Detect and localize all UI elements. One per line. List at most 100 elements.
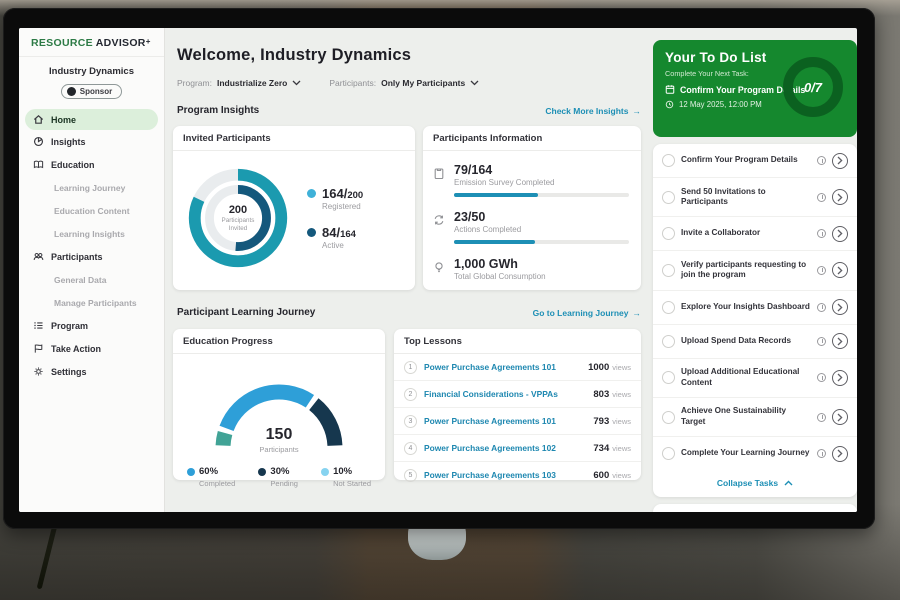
education-icon [33,159,44,170]
sidebar-item-insights[interactable]: Insights [19,130,164,153]
info-icon[interactable] [817,413,826,422]
task-open-button[interactable] [832,370,848,386]
task-checkbox[interactable] [662,264,675,277]
lesson-row: 3 Power Purchase Agreements 101 793views [394,407,641,434]
chevron-right-icon [837,413,843,422]
registered-total: 200 [347,190,363,201]
info-icon[interactable] [817,266,826,275]
progress-track [454,193,629,197]
sidebar-item-education[interactable]: Education [19,153,164,176]
info-icon[interactable] [817,193,826,202]
sidebar-item-label: Education Content [54,206,130,216]
recent-news-card: Recent News [653,504,857,512]
views-suffix: views [612,417,631,426]
info-icon[interactable] [817,229,826,238]
sidebar-item-general-data[interactable]: General Data [19,268,164,291]
lesson-link[interactable]: Power Purchase Agreements 103 [424,470,586,480]
completed-label: Completed [199,479,235,488]
task-row: Invite a Collaborator [653,216,857,250]
chevron-right-icon [837,373,843,382]
task-checkbox[interactable] [662,154,675,167]
sidebar-item-label: Home [51,115,76,125]
program-icon [33,320,44,331]
task-open-button[interactable] [832,189,848,205]
gauge-center-label: 150 Participants [199,426,359,454]
todo-progress-ring: 0/7 [779,53,847,121]
task-open-button[interactable] [832,226,848,242]
donut-center-value: 200 [229,204,247,216]
task-checkbox[interactable] [662,335,675,348]
sidebar-item-manage-participants[interactable]: Manage Participants [19,291,164,314]
card-title: Participants Information [423,126,641,151]
chevron-right-icon [837,229,843,238]
lesson-row: 4 Power Purchase Agreements 102 734views [394,434,641,461]
donut-center-label: 200 Participants Invited [179,159,297,277]
completed-dot [187,468,195,476]
lesson-link[interactable]: Power Purchase Agreements 101 [424,362,581,372]
views-count: 803 [593,389,609,400]
task-row: Send 50 Invitations to Participants [653,177,857,216]
task-checkbox[interactable] [662,191,675,204]
task-row: Upload Spend Data Records [653,324,857,358]
sidebar-item-participants[interactable]: Participants [19,245,164,268]
lesson-link[interactable]: Power Purchase Agreements 102 [424,443,586,453]
check-more-insights-link[interactable]: Check More Insights → [545,106,641,116]
collapse-label: Collapse Tasks [717,478,778,488]
lesson-row: 5 Power Purchase Agreements 103 600views [394,461,641,488]
info-icon[interactable] [817,373,826,382]
participants-filter[interactable]: Participants: Only My Participants [329,78,479,88]
task-open-button[interactable] [832,299,848,315]
program-insights-header: Program Insights Check More Insights → [177,105,641,116]
go-to-learning-journey-link[interactable]: Go to Learning Journey → [533,308,641,318]
info-icon[interactable] [817,337,826,346]
lesson-rank: 3 [404,415,417,428]
progress-fill [454,240,535,244]
task-open-button[interactable] [832,333,848,349]
task-checkbox[interactable] [662,371,675,384]
survey-icon [433,167,445,180]
sidebar-item-take-action[interactable]: Take Action [19,337,164,360]
chevron-right-icon [837,156,843,165]
link-label: Check More Insights [545,106,628,116]
invited-participants-card: Invited Participants 200 [173,126,415,290]
info-icon[interactable] [817,303,826,312]
lesson-rank: 5 [404,469,417,482]
task-checkbox[interactable] [662,227,675,240]
sidebar-item-home[interactable]: Home [25,109,158,130]
task-label: Confirm Your Program Details [681,155,811,166]
top-lessons-card: Top Lessons 1 Power Purchase Agreements … [394,329,641,480]
registered-value: 164/ [322,186,347,201]
home-icon [33,114,44,125]
views-count: 793 [593,416,609,427]
lesson-link[interactable]: Financial Considerations - VPPAs [424,389,586,399]
sidebar-item-label: General Data [54,275,106,285]
task-checkbox[interactable] [662,411,675,424]
chevron-right-icon [837,266,843,275]
task-open-button[interactable] [832,446,848,462]
program-filter[interactable]: Program: Industrialize Zero [177,78,301,88]
sidebar-item-settings[interactable]: Settings [19,360,164,383]
task-checkbox[interactable] [662,447,675,460]
chevron-down-icon [470,80,479,86]
task-label: Send 50 Invitations to Participants [681,187,811,208]
education-gauge-chart: 150 Participants [199,366,359,454]
not-started-label: Not Started [333,479,371,488]
task-label: Upload Additional Educational Content [681,367,811,388]
sidebar-item-program[interactable]: Program [19,314,164,337]
task-checkbox[interactable] [662,301,675,314]
task-label: Achieve One Sustainability Target [681,406,811,427]
info-icon[interactable] [817,156,826,165]
collapse-tasks-link[interactable]: Collapse Tasks [653,470,857,497]
lesson-link[interactable]: Power Purchase Agreements 101 [424,416,586,426]
sidebar-item-learning-journey[interactable]: Learning Journey [19,176,164,199]
task-open-button[interactable] [832,153,848,169]
pending-pct: 30% [270,466,289,477]
info-icon[interactable] [817,449,826,458]
task-open-button[interactable] [832,409,848,425]
sidebar-item-label: Learning Journey [54,183,125,193]
sidebar-item-education-content[interactable]: Education Content [19,199,164,222]
invited-participants-body: 200 Participants Invited 164/200 Registe… [173,151,415,283]
sidebar-item-learning-insights[interactable]: Learning Insights [19,222,164,245]
chevron-right-icon [837,193,843,202]
task-open-button[interactable] [832,262,848,278]
